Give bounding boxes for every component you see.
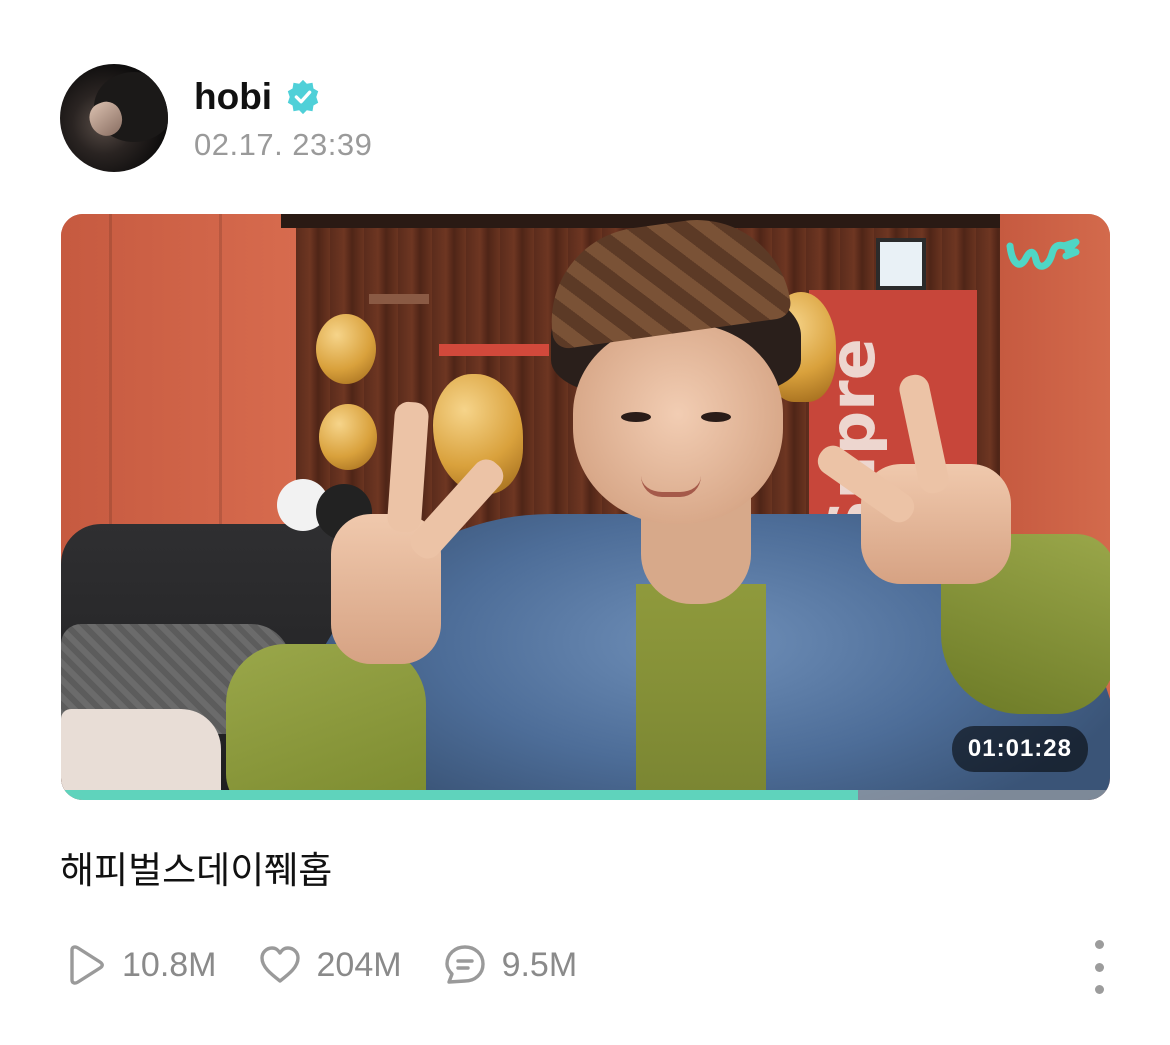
video-frame-image: Supre: [61, 214, 1110, 800]
author-name[interactable]: hobi: [194, 76, 272, 118]
likes-stat[interactable]: 204M: [257, 942, 402, 988]
author-meta: hobi 02.17. 23:39: [194, 73, 372, 163]
plays-count: 10.8M: [122, 945, 217, 984]
video-thumbnail[interactable]: Supre 01:01:28: [61, 214, 1110, 800]
likes-count: 204M: [316, 945, 402, 984]
author-name-row: hobi: [194, 73, 372, 121]
video-duration-badge: 01:01:28: [951, 726, 1088, 772]
post-page: hobi 02.17. 23:39 Supre 01:01:28 해피벌스데이쮀…: [0, 0, 1170, 1045]
watch-progress-bar: [61, 790, 1110, 800]
post-caption: 해피벌스데이쮀홉: [60, 849, 333, 892]
weverse-logo-icon: [1006, 238, 1080, 270]
plays-stat[interactable]: 10.8M: [62, 942, 217, 988]
more-options-icon[interactable]: [1084, 940, 1114, 994]
comments-stat[interactable]: 9.5M: [442, 942, 578, 988]
heart-icon: [259, 946, 300, 983]
play-icon: [70, 945, 104, 985]
post-timestamp: 02.17. 23:39: [194, 127, 373, 162]
post-stats: 10.8M 204M 9.5M: [62, 942, 617, 988]
comment-icon: [444, 945, 485, 984]
verified-badge-icon: [287, 79, 319, 115]
watch-progress-fill: [61, 790, 859, 800]
comments-count: 9.5M: [501, 945, 578, 984]
author-avatar[interactable]: [60, 64, 168, 172]
post-header: hobi 02.17. 23:39: [60, 64, 372, 172]
